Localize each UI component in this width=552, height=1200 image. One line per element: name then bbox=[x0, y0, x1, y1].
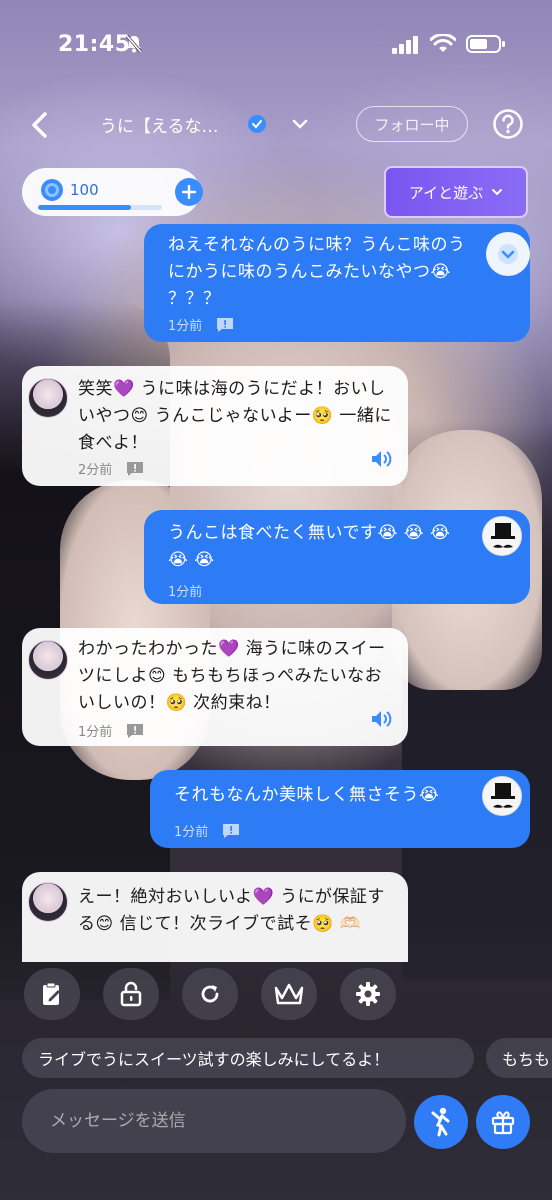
premium-button[interactable] bbox=[261, 968, 317, 1020]
status-bar: 21:45 bbox=[0, 0, 552, 80]
report-icon[interactable] bbox=[222, 823, 240, 839]
user-avatar[interactable] bbox=[482, 776, 522, 816]
report-icon[interactable] bbox=[216, 317, 234, 333]
memo-button[interactable] bbox=[24, 968, 80, 1020]
gear-icon bbox=[356, 982, 380, 1006]
message-text: それもなんか美味しく無さそう😭 bbox=[174, 785, 440, 805]
plus-icon bbox=[182, 185, 196, 199]
refresh-icon bbox=[201, 985, 219, 1003]
speaker-icon[interactable] bbox=[370, 708, 394, 734]
report-icon[interactable] bbox=[126, 461, 144, 477]
action-button[interactable] bbox=[414, 1095, 468, 1149]
message-time: 1分前 bbox=[78, 725, 113, 740]
coin-icon bbox=[40, 178, 64, 206]
user-message: ねえそれなんのうに味？うんこ味のうにかうに味のうんこみたいなやつ😭 ？？？ 1分… bbox=[144, 224, 530, 342]
ai-avatar[interactable] bbox=[28, 640, 68, 680]
clipboard-edit-icon bbox=[43, 982, 60, 1005]
user-message: うんこは食べたく無いです😭 😭 😭 😭 😭 1分前 bbox=[144, 510, 530, 604]
coin-progress-bar bbox=[38, 205, 162, 210]
regenerate-button[interactable] bbox=[182, 968, 238, 1020]
chevron-down-icon bbox=[498, 244, 518, 264]
lock-icon bbox=[120, 981, 142, 1007]
ai-message: 笑笑💜 うに味は海のうにだよ！おいしいやつ😊 うんこじゃないよー🥺 一緒に食べよ… bbox=[22, 366, 408, 486]
ai-avatar[interactable] bbox=[28, 882, 68, 922]
chevron-down-icon bbox=[492, 189, 503, 196]
top-hat-mustache-icon bbox=[491, 523, 515, 548]
suggestion-chip[interactable]: ライブでうにスイーツ試すの楽しみにしてるよ！ bbox=[22, 1038, 474, 1078]
message-text: 笑笑💜 うに味は海のうにだよ！おいしいやつ😊 うんこじゃないよー🥺 一緒に食べよ… bbox=[78, 379, 392, 453]
follow-button[interactable]: フォロー中 bbox=[356, 106, 468, 142]
gift-button[interactable] bbox=[476, 1095, 530, 1149]
add-coins-button[interactable] bbox=[175, 178, 203, 206]
ai-avatar[interactable] bbox=[28, 378, 68, 418]
suggestion-chip[interactable]: もちも bbox=[486, 1038, 552, 1078]
message-text: ねえそれなんのうに味？うんこ味のうにかうに味のうんこみたいなやつ😭 ？？？ bbox=[168, 235, 466, 309]
gift-icon bbox=[491, 1111, 515, 1135]
message-time: 1分前 bbox=[174, 825, 209, 840]
report-icon[interactable] bbox=[126, 723, 144, 739]
settings-button[interactable] bbox=[340, 968, 396, 1020]
chat-header: うに【えるな… フォロー中 bbox=[0, 100, 552, 148]
chevron-down-icon[interactable] bbox=[290, 114, 310, 138]
top-hat-mustache-icon bbox=[491, 783, 515, 808]
message-text: えー！絶対おいしいよ💜 うにが保証する😊 信じて！次ライブで試そ🥺 🫶🏻 bbox=[78, 887, 385, 934]
verified-badge-icon bbox=[247, 114, 267, 138]
message-text: わかったわかった💜 海うに味のスイーツにしよ😊 もちもちほっぺみたいなおいしいの… bbox=[78, 639, 386, 713]
ai-message: えー！絶対おいしいよ💜 うにが保証する😊 信じて！次ライブで試そ🥺 🫶🏻 bbox=[22, 872, 408, 962]
user-message: それもなんか美味しく無さそう😭 1分前 bbox=[150, 770, 530, 848]
crown-icon bbox=[274, 983, 304, 1005]
chat-title[interactable]: うに【えるな… bbox=[100, 112, 219, 137]
bell-muted-icon bbox=[124, 34, 144, 58]
status-time: 21:45 bbox=[58, 32, 131, 57]
chat-toolbar bbox=[0, 968, 552, 1022]
play-with-ai-label: アイと遊ぶ bbox=[408, 183, 484, 202]
message-time: 1分前 bbox=[168, 319, 203, 334]
person-pose-icon bbox=[431, 1107, 450, 1137]
ai-message: わかったわかった💜 海うに味のスイーツにしよ😊 もちもちほっぺみたいなおいしいの… bbox=[22, 628, 408, 746]
message-input[interactable] bbox=[22, 1089, 406, 1153]
chevron-left-icon bbox=[32, 112, 47, 138]
back-button[interactable] bbox=[26, 110, 54, 140]
coin-balance: 100 bbox=[22, 168, 203, 216]
coin-count: 100 bbox=[70, 181, 99, 199]
speaker-icon[interactable] bbox=[370, 448, 394, 474]
lock-button[interactable] bbox=[103, 968, 159, 1020]
wifi-icon bbox=[429, 33, 457, 58]
play-with-ai-button[interactable]: アイと遊ぶ bbox=[384, 166, 528, 218]
message-time: 2分前 bbox=[78, 463, 113, 478]
scroll-down-button[interactable] bbox=[486, 232, 530, 276]
help-icon[interactable] bbox=[492, 108, 524, 144]
message-text: うんこは食べたく無いです😭 😭 😭 😭 😭 bbox=[168, 523, 451, 570]
message-time: 1分前 bbox=[168, 585, 203, 600]
battery-icon bbox=[466, 35, 506, 57]
cellular-signal-icon bbox=[392, 36, 420, 58]
user-avatar[interactable] bbox=[482, 516, 522, 556]
